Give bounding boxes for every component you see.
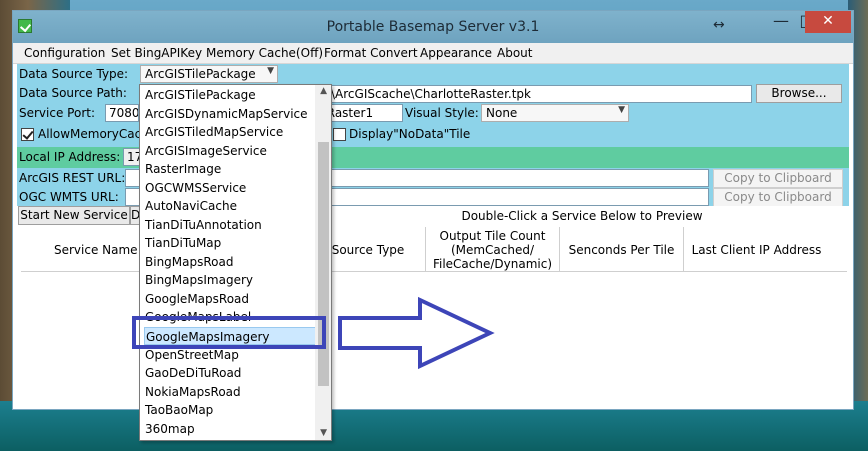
window-title: Portable Basemap Server v3.1 [326, 19, 540, 35]
dropdown-option[interactable]: ArcGISTiledMapService [144, 123, 316, 141]
start-new-service-button[interactable]: Start New Service [18, 206, 130, 225]
column-last-client-ip[interactable]: Last Client IP Address [683, 227, 829, 272]
dropdown-option[interactable]: TianDiTuMap [144, 234, 316, 252]
data-source-type-value: ArcGISTilePackage [145, 67, 256, 81]
chevron-down-icon: ▼ [618, 105, 625, 115]
dropdown-option[interactable]: GoogleMapsRoad [144, 290, 316, 308]
dropdown-option[interactable]: OGCWMSService [144, 179, 316, 197]
service-port-label: Service Port: [19, 106, 95, 120]
visual-style-label: Visual Style: [405, 106, 479, 120]
display-nodata-checkbox[interactable] [333, 128, 346, 141]
dropdown-option[interactable]: ArcGISImageService [144, 142, 316, 160]
close-button[interactable]: ✕ [805, 11, 851, 33]
dropdown-option[interactable]: TianDiTuAnnotation [144, 216, 316, 234]
dropdown-option[interactable]: BingMapsImagery [144, 271, 316, 289]
local-ip-label: Local IP Address: [19, 150, 121, 164]
dropdown-option[interactable]: 360map [144, 420, 316, 438]
dropdown-scrollbar[interactable]: ▲ ▼ [315, 85, 331, 440]
preview-hint: Double-Click a Service Below to Preview [461, 209, 703, 223]
menu-about[interactable]: About [497, 46, 532, 60]
scroll-up-icon[interactable]: ▲ [320, 86, 327, 96]
dropdown-option[interactable]: AutoNaviCache [144, 197, 316, 215]
dropdown-option[interactable]: ArcGISDynamicMapService [144, 105, 316, 123]
display-nodata-label: Display"NoData"Tile [349, 127, 471, 141]
data-source-type-select[interactable]: ArcGISTilePackage ▼ [140, 65, 278, 83]
annotation-highlight-box [132, 316, 326, 349]
dropdown-option[interactable]: ArcGISTilePackage [144, 86, 316, 104]
title-bar[interactable]: Portable Basemap Server v3.1 ↔ — □ ✕ [13, 11, 853, 43]
data-source-type-label: Data Source Type: [19, 67, 129, 81]
menu-format-convert[interactable]: Format Convert [324, 46, 418, 60]
dropdown-option[interactable]: BingMapsRoad [144, 253, 316, 271]
copy-wmts-url-button[interactable]: Copy to Clipboard [713, 188, 843, 207]
scroll-down-icon[interactable]: ▼ [320, 428, 327, 438]
column-output-tile-count[interactable]: Output Tile Count (MemCached/ FileCache/… [425, 227, 559, 272]
annotation-arrow-icon [338, 296, 495, 370]
dropdown-option[interactable]: GaoDeDiTuRoad [144, 364, 316, 382]
dropdown-option[interactable]: NokiaMapsRoad [144, 383, 316, 401]
visual-style-value: None [486, 106, 518, 120]
menu-appearance[interactable]: Appearance [420, 46, 492, 60]
service-port-input[interactable]: 7080 [105, 104, 139, 122]
visual-style-select[interactable]: None ▼ [481, 104, 629, 122]
browse-button[interactable]: Browse... [756, 84, 842, 103]
resize-icon[interactable]: ↔ [713, 17, 725, 33]
column-service-name[interactable]: Service Name [21, 227, 141, 272]
scrollbar-thumb[interactable] [318, 142, 329, 386]
chevron-down-icon: ▼ [267, 66, 274, 76]
data-source-path-label: Data Source Path: [19, 86, 127, 100]
allow-memory-cache-checkbox[interactable] [21, 128, 34, 141]
menu-bar: Configuration Set BingAPIKey Memory Cach… [13, 43, 853, 64]
column-seconds-per-tile[interactable]: Senconds Per Tile [559, 227, 683, 272]
menu-memory-cache[interactable]: Memory Cache(Off) [206, 46, 323, 60]
data-source-type-dropdown-list[interactable]: ArcGISTilePackage ArcGISDynamicMapServic… [139, 84, 332, 441]
copy-rest-url-button[interactable]: Copy to Clipboard [713, 169, 843, 188]
dropdown-option[interactable]: RasterImage [144, 160, 316, 178]
dropdown-option[interactable]: TaoBaoMap [144, 401, 316, 419]
ogc-wmts-url-label: OGC WMTS URL: [19, 190, 119, 204]
arcgis-rest-url-label: ArcGIS REST URL: [19, 171, 126, 185]
menu-configuration[interactable]: Configuration [24, 46, 105, 60]
menu-set-bing-api-key[interactable]: Set BingAPIKey [111, 46, 202, 60]
